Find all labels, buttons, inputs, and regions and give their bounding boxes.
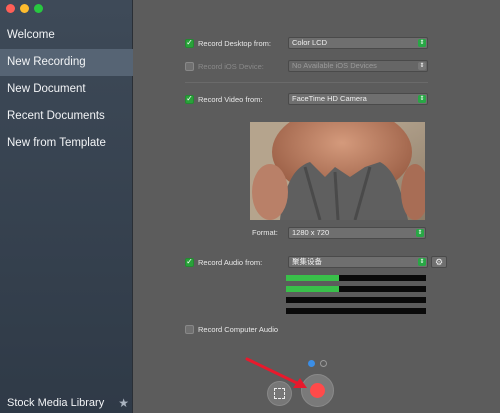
updown-arrow-icon: ⇕ <box>418 39 426 47</box>
audio-level-fill <box>286 286 340 292</box>
sidebar-nav: Welcome New Recording New Document Recen… <box>0 22 133 157</box>
camera-preview-image <box>250 122 425 220</box>
audio-level-meter <box>286 286 426 292</box>
record-computer-audio-checkbox[interactable] <box>185 324 194 334</box>
stock-media-library-label: Stock Media Library <box>7 397 105 409</box>
desktop-source-select[interactable]: Color LCD ⇕ <box>288 37 428 49</box>
record-ios-checkbox[interactable] <box>185 61 194 71</box>
record-audio-checkbox[interactable]: ✓ <box>185 257 194 267</box>
app-window: Welcome New Recording New Document Recen… <box>0 0 500 413</box>
audio-source-value: 聚集设备 <box>292 257 322 266</box>
sidebar-item-new-from-template[interactable]: New from Template <box>0 130 133 157</box>
sidebar: Welcome New Recording New Document Recen… <box>0 0 133 413</box>
record-audio-label: Record Audio from: <box>198 257 263 267</box>
camera-preview <box>250 122 425 220</box>
format-select[interactable]: 1280 x 720 ⇕ <box>288 227 426 239</box>
record-computer-audio-label: Record Computer Audio <box>198 324 279 334</box>
zoom-window-button[interactable] <box>34 4 43 13</box>
video-source-select[interactable]: FaceTime HD Camera ⇕ <box>288 93 428 105</box>
record-video-checkbox[interactable]: ✓ <box>185 94 194 104</box>
record-video-label: Record Video from: <box>198 94 263 104</box>
video-source-value: FaceTime HD Camera <box>292 94 367 103</box>
audio-level-meter <box>286 297 426 303</box>
record-desktop-checkbox[interactable]: ✓ <box>185 38 194 48</box>
record-desktop-label: Record Desktop from: <box>198 38 271 48</box>
record-ios-label: Record iOS Device: <box>198 61 264 71</box>
desktop-source-value: Color LCD <box>292 38 328 47</box>
audio-settings-gear-icon[interactable]: ⚙ <box>431 256 447 268</box>
record-audio-row: ✓ Record Audio from: 聚集设备 ⇕ <box>185 256 428 268</box>
audio-level-meter <box>286 275 426 281</box>
updown-arrow-icon: ⇕ <box>416 229 424 237</box>
audio-source-select[interactable]: 聚集设备 ⇕ <box>288 256 428 268</box>
window-controls <box>6 4 43 13</box>
updown-arrow-icon: ⇕ <box>418 258 426 266</box>
minimize-window-button[interactable] <box>20 4 29 13</box>
audio-level-fill <box>286 275 340 281</box>
close-window-button[interactable] <box>6 4 15 13</box>
updown-arrow-icon: ⇕ <box>418 95 426 103</box>
sidebar-item-new-document[interactable]: New Document <box>0 76 133 103</box>
sidebar-item-new-recording[interactable]: New Recording <box>0 49 133 76</box>
updown-arrow-icon: ⇕ <box>418 62 426 70</box>
annotation-arrow-icon <box>245 357 307 388</box>
recording-panel: ✓ Record Desktop from: Color LCD ⇕ Recor… <box>133 0 500 413</box>
star-icon: ★ <box>118 396 129 410</box>
ios-device-value: No Available iOS Devices <box>292 61 377 70</box>
format-value: 1280 x 720 <box>292 228 330 237</box>
sidebar-item-welcome[interactable]: Welcome <box>0 22 133 49</box>
record-ios-row: Record iOS Device: No Available iOS Devi… <box>185 60 428 72</box>
divider <box>185 82 428 83</box>
record-computer-audio-row: Record Computer Audio <box>185 323 428 335</box>
ios-device-select[interactable]: No Available iOS Devices ⇕ <box>288 60 428 72</box>
page-dot[interactable] <box>320 360 327 367</box>
record-video-row: ✓ Record Video from: FaceTime HD Camera … <box>185 93 428 105</box>
sidebar-item-recent-documents[interactable]: Recent Documents <box>0 103 133 130</box>
stock-media-library-item[interactable]: Stock Media Library ★ <box>7 396 129 410</box>
format-label: Format: <box>252 228 278 237</box>
record-desktop-row: ✓ Record Desktop from: Color LCD ⇕ <box>185 37 428 49</box>
audio-level-meter <box>286 308 426 314</box>
